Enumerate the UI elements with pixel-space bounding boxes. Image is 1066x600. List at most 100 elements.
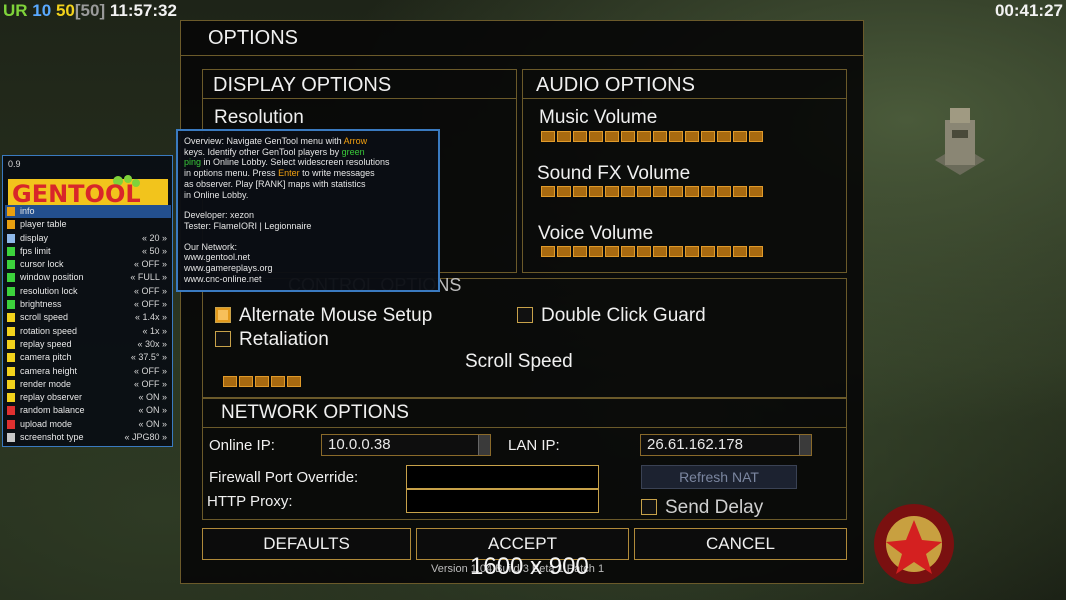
gentool-item[interactable]: render mode « OFF » [5, 378, 171, 391]
slider-segment[interactable] [733, 186, 747, 197]
gentool-item[interactable]: display « 20 » [5, 232, 171, 245]
slider-segment[interactable] [653, 131, 667, 142]
slider-segment[interactable] [557, 131, 571, 142]
slider-segment[interactable] [653, 246, 667, 257]
double-click-guard-checkbox[interactable] [517, 307, 533, 323]
refresh-nat-button[interactable]: Refresh NAT [641, 465, 797, 489]
firewall-port-input[interactable] [406, 465, 599, 489]
gentool-item[interactable]: brightness « OFF » [5, 298, 171, 311]
gentool-item[interactable]: replay observer « ON » [5, 391, 171, 404]
display-options-title: DISPLAY OPTIONS [213, 74, 392, 96]
gentool-item[interactable]: cursor lock « OFF » [5, 258, 171, 271]
online-ip-scroll[interactable] [478, 435, 490, 455]
music-volume-slider[interactable] [541, 131, 763, 142]
gentool-item[interactable]: fps limit « 50 » [5, 245, 171, 258]
slider-segment[interactable] [541, 246, 555, 257]
slider-segment[interactable] [637, 246, 651, 257]
slider-segment[interactable] [717, 131, 731, 142]
gentool-item[interactable]: upload mode « ON » [5, 418, 171, 431]
slider-segment[interactable] [669, 131, 683, 142]
gentool-item-label: cursor lock [20, 259, 64, 270]
gentool-item[interactable]: random balance « ON » [5, 404, 171, 417]
slider-segment[interactable] [717, 246, 731, 257]
gentool-item[interactable]: scroll speed « 1.4x » [5, 311, 171, 324]
slider-segment[interactable] [605, 246, 619, 257]
send-delay-checkbox[interactable] [641, 499, 657, 515]
slider-segment[interactable] [239, 376, 253, 387]
slider-segment[interactable] [621, 186, 635, 197]
voice-volume-slider[interactable] [541, 246, 763, 257]
defaults-button[interactable]: DEFAULTS [202, 528, 411, 560]
slider-segment[interactable] [589, 131, 603, 142]
slider-segment[interactable] [589, 246, 603, 257]
slider-segment[interactable] [223, 376, 237, 387]
voice-volume-label: Voice Volume [538, 223, 654, 244]
tooltip-stats: in Online Lobby. [184, 189, 249, 200]
slider-segment[interactable] [541, 186, 555, 197]
tooltip-site-1[interactable]: www.gentool.net [184, 252, 432, 263]
slider-segment[interactable] [573, 131, 587, 142]
gentool-item[interactable]: player table [5, 218, 171, 231]
slider-segment[interactable] [717, 186, 731, 197]
slider-segment[interactable] [271, 376, 285, 387]
gentool-item[interactable]: camera height « OFF » [5, 365, 171, 378]
online-ip-field[interactable]: 10.0.0.38 [321, 434, 491, 456]
gentool-item[interactable]: screenshot type « JPG80 » [5, 431, 171, 444]
slider-segment[interactable] [749, 131, 763, 142]
slider-segment[interactable] [749, 186, 763, 197]
slider-segment[interactable] [749, 246, 763, 257]
tooltip-site-2[interactable]: www.gamereplays.org [184, 263, 432, 274]
slider-segment[interactable] [557, 246, 571, 257]
slider-segment[interactable] [589, 186, 603, 197]
slider-segment[interactable] [255, 376, 269, 387]
gentool-item[interactable]: rotation speed « 1x » [5, 325, 171, 338]
slider-segment[interactable] [669, 246, 683, 257]
slider-segment[interactable] [541, 131, 555, 142]
gentool-item[interactable]: resolution lock « OFF » [5, 285, 171, 298]
slider-segment[interactable] [605, 186, 619, 197]
slider-segment[interactable] [685, 131, 699, 142]
retaliation-checkbox[interactable] [215, 331, 231, 347]
alternate-mouse-checkbox[interactable] [215, 307, 231, 323]
lan-ip-field[interactable]: 26.61.162.178 [640, 434, 812, 456]
slider-segment[interactable] [685, 186, 699, 197]
tooltip-network-title: Our Network: [184, 241, 238, 252]
slider-segment[interactable] [605, 131, 619, 142]
gentool-item-label: fps limit [20, 245, 51, 256]
slider-segment[interactable] [701, 131, 715, 142]
slider-segment[interactable] [669, 186, 683, 197]
slider-segment[interactable] [573, 186, 587, 197]
gentool-item[interactable]: replay speed « 30x » [5, 338, 171, 351]
gentool-item-value: « ON » [138, 392, 167, 403]
gentool-item[interactable]: window position « FULL » [5, 271, 171, 284]
options-dialog: OPTIONS DISPLAY OPTIONS Resolution AUDIO… [180, 20, 864, 584]
scroll-speed-slider[interactable] [223, 376, 301, 387]
slider-segment[interactable] [557, 186, 571, 197]
slider-segment[interactable] [637, 186, 651, 197]
gentool-item-label: screenshot type [20, 432, 84, 443]
slider-segment[interactable] [621, 246, 635, 257]
gentool-item-label: camera pitch [20, 352, 72, 363]
slider-segment[interactable] [733, 131, 747, 142]
display-divider [203, 98, 516, 99]
cancel-button[interactable]: CANCEL [634, 528, 847, 560]
slider-segment[interactable] [701, 186, 715, 197]
gentool-version: 0.9 [8, 159, 21, 169]
gentool-item-label: upload mode [20, 418, 73, 429]
slider-segment[interactable] [733, 246, 747, 257]
tooltip-site-3[interactable]: www.cnc-online.net [184, 274, 432, 285]
sfx-volume-slider[interactable] [541, 186, 763, 197]
lan-ip-scroll[interactable] [799, 435, 811, 455]
http-proxy-input[interactable] [406, 489, 599, 513]
gentool-item-swatch [7, 353, 15, 363]
slider-segment[interactable] [621, 131, 635, 142]
slider-segment[interactable] [573, 246, 587, 257]
network-options-panel: NETWORK OPTIONS Online IP: 10.0.0.38 LAN… [202, 398, 847, 520]
gentool-item[interactable]: camera pitch « 37.5° » [5, 351, 171, 364]
slider-segment[interactable] [287, 376, 301, 387]
slider-segment[interactable] [685, 246, 699, 257]
slider-segment[interactable] [637, 131, 651, 142]
slider-segment[interactable] [653, 186, 667, 197]
slider-segment[interactable] [701, 246, 715, 257]
gentool-item[interactable]: info [5, 205, 171, 219]
